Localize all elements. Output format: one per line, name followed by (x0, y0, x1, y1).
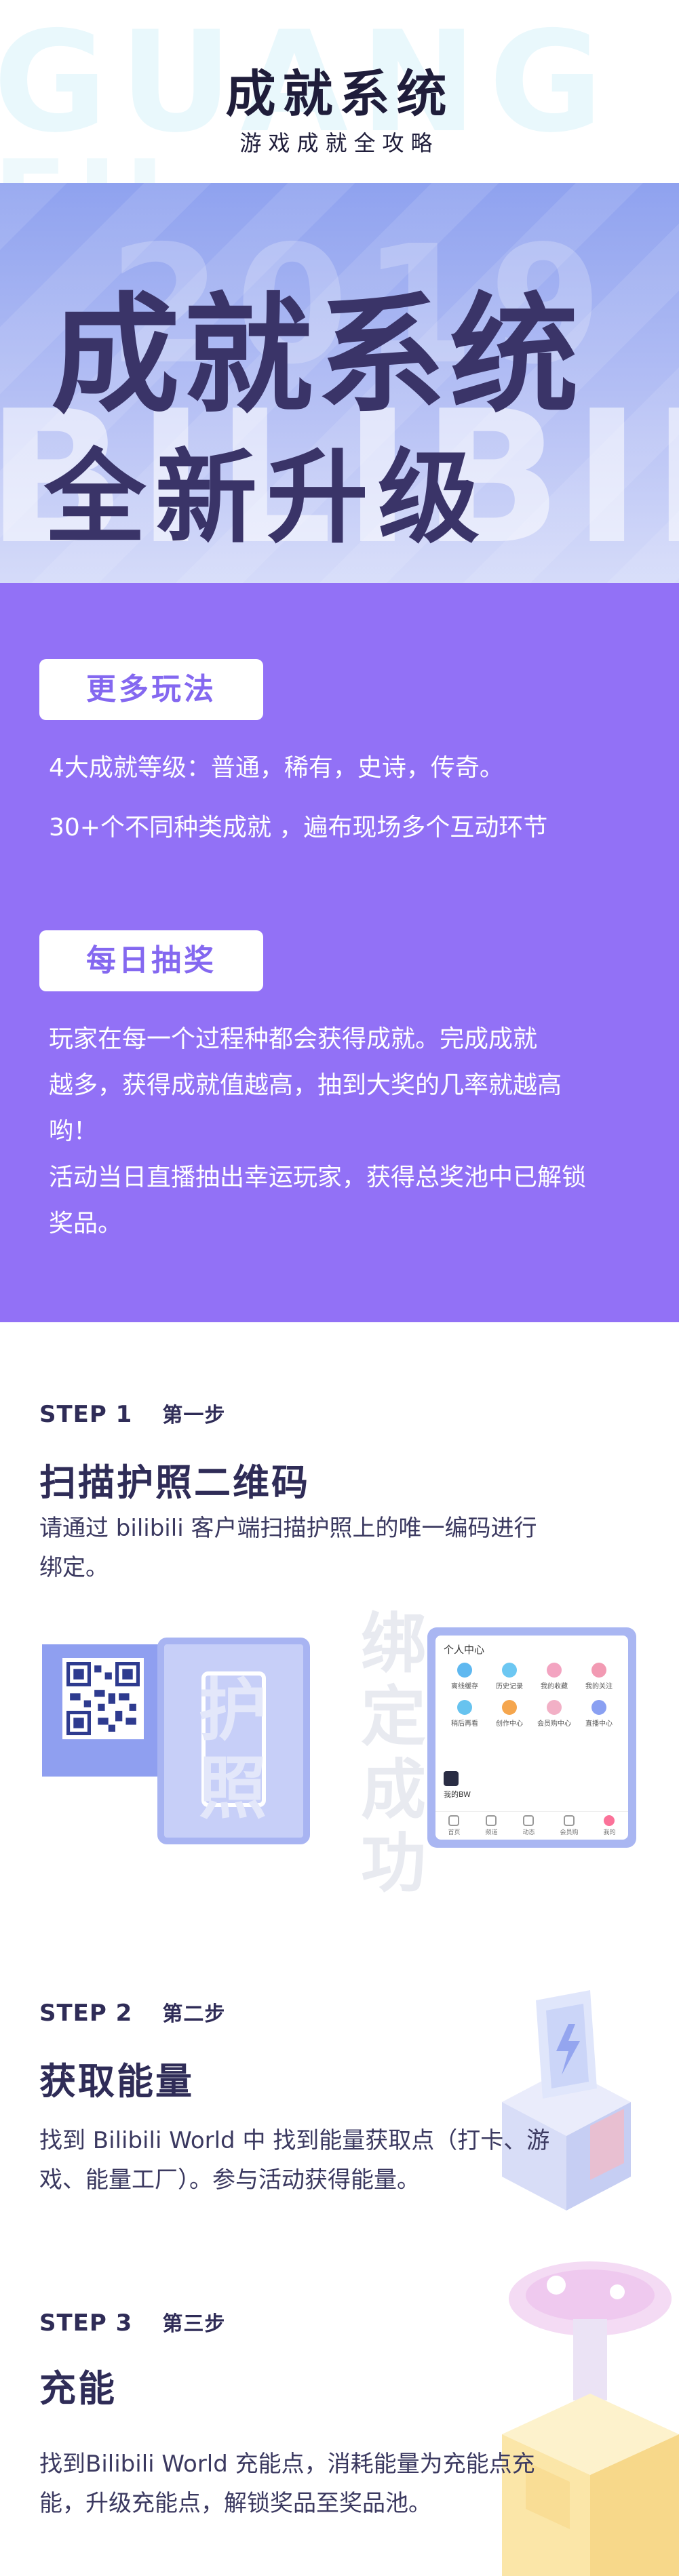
page-header: GUANG FU 成就系统 游戏成就全攻略 (0, 0, 679, 183)
app-menu-item[interactable]: 离线缓存 (442, 1663, 487, 1690)
scan-char-2: 照 (199, 1749, 267, 1828)
scan-char-1: 护 (199, 1671, 267, 1750)
live-icon (591, 1700, 606, 1715)
scan-passport-text: 护 照 (195, 1671, 270, 1827)
step-3-label-en: STEP 3 (39, 2310, 133, 2337)
profile-icon (604, 1815, 615, 1826)
shop-tab-icon (563, 1815, 575, 1826)
follow-icon (591, 1663, 606, 1678)
app-menu-label: 离线缓存 (451, 1683, 478, 1690)
step-2-desc-2: 戏、能量工厂）。参与活动获得能量。 (39, 2166, 420, 2194)
home-icon (448, 1815, 460, 1826)
app-menu-label: 历史记录 (496, 1683, 523, 1690)
step-1-label-cn: 第一步 (162, 1404, 226, 1427)
bind-char-4: 功 (361, 1825, 426, 1901)
dynamic-icon (523, 1815, 535, 1826)
step-2-desc-1: 找到 Bilibili World 中 找到能量获取点（打卡、游 (39, 2127, 550, 2154)
hero-headline-1: 成就系统 (51, 281, 583, 431)
tab-label: 动态 (522, 1829, 535, 1836)
bw-icon (444, 1771, 459, 1786)
page-title: 成就系统 (0, 69, 679, 130)
info-text-1a: 4大成就等级：普通，稀有，史诗，传奇。 (49, 754, 504, 782)
step-1-label-en: STEP 1 (39, 1401, 133, 1428)
qr-code (62, 1658, 144, 1739)
app-menu-item[interactable]: 创作中心 (487, 1700, 532, 1728)
bind-char-1: 绑 (361, 1606, 426, 1682)
step-3-label: STEP 3 第三步 (39, 2307, 225, 2337)
tab-home[interactable]: 首页 (448, 1815, 461, 1836)
bind-char-3: 成 (361, 1752, 426, 1828)
info-text-2c: 哟！ (49, 1117, 98, 1145)
app-menu-item[interactable]: 我的收藏 (532, 1663, 577, 1690)
tab-mine[interactable]: 我的 (603, 1815, 616, 1836)
app-menu-label: 稍后再看 (451, 1720, 478, 1728)
creator-icon (502, 1700, 517, 1715)
tab-channel[interactable]: 频道 (485, 1815, 498, 1836)
info-text-2a: 玩家在每一个过程种都会获得成就。完成成就 (49, 1025, 538, 1053)
tab-shop[interactable]: 会员购 (560, 1815, 579, 1836)
step-1-desc-1: 请通过 bilibili 客户端扫描护照上的唯一编码进行 (39, 1515, 537, 1542)
tab-label: 我的 (603, 1829, 616, 1836)
step-3-title: 充能 (39, 2367, 117, 2410)
step-2-label-en: STEP 2 (39, 2000, 133, 2027)
step-3-desc-1: 找到Bilibili World 充能点，消耗能量为充能点充 (39, 2451, 535, 2478)
app-menu-label: 我的关注 (585, 1683, 613, 1690)
page-title-text: 成就系统 (225, 65, 454, 123)
shop-icon (547, 1700, 562, 1715)
app-bw-label: 我的BW (444, 1790, 471, 1799)
step-1-desc-2: 绑定。 (39, 1554, 109, 1581)
tab-label: 频道 (485, 1829, 498, 1836)
app-menu-label: 创作中心 (496, 1720, 523, 1728)
page-subtitle: 游戏成就全攻略 (239, 130, 440, 156)
tab-label: 会员购 (560, 1829, 579, 1836)
step-1-label: STEP 1 第一步 (39, 1398, 225, 1428)
app-menu-label: 直播中心 (585, 1720, 613, 1728)
app-menu-item[interactable]: 稍后再看 (442, 1700, 487, 1728)
tab-label: 首页 (448, 1829, 461, 1836)
app-menu-item[interactable]: 我的关注 (577, 1663, 621, 1690)
step-3-desc-2: 能，升级充能点，解锁奖品至奖品池。 (39, 2490, 431, 2517)
info-text-2d: 活动当日直播抽出幸运玩家，获得总奖池中已解锁 (49, 1164, 587, 1191)
info-section: 更多玩法 4大成就等级：普通，稀有，史诗，传奇。 30+个不同种类成就 ，遍布现… (0, 583, 679, 1322)
step-3-label-cn: 第三步 (162, 2312, 226, 2336)
download-icon (457, 1663, 472, 1678)
step-2-title: 获取能量 (39, 2060, 194, 2103)
step-2-label: STEP 2 第二步 (39, 1997, 225, 2027)
pill-more-gameplay: 更多玩法 (39, 659, 263, 720)
bind-success-text: 绑 定 成 功 (360, 1607, 427, 1900)
pill-daily-lottery: 每日抽奖 (39, 930, 263, 991)
app-menu-label: 我的收藏 (541, 1683, 568, 1690)
app-menu-item[interactable]: 会员购中心 (532, 1700, 577, 1728)
charging-station-illustration (502, 2261, 679, 2576)
app-menu-label: 会员购中心 (537, 1720, 571, 1728)
app-menu-grid: 离线缓存 历史记录 我的收藏 我的关注 稍后再看 创作中心 会员购中心 直播中心 (442, 1663, 621, 1728)
tab-dynamic[interactable]: 动态 (522, 1815, 535, 1836)
step-1-title: 扫描护照二维码 (39, 1461, 310, 1504)
app-menu-item[interactable]: 历史记录 (487, 1663, 532, 1690)
star-icon (547, 1663, 562, 1678)
app-title: 个人中心 (444, 1644, 485, 1656)
info-text-2b: 越多，获得成就值越高，抽到大奖的几率就越高 (49, 1071, 562, 1099)
qr-code-icon (66, 1662, 140, 1735)
app-bw-entry[interactable]: 我的BW (444, 1771, 471, 1800)
app-menu-item[interactable]: 直播中心 (577, 1700, 621, 1728)
channel-icon (486, 1815, 497, 1826)
bind-char-2: 定 (361, 1679, 426, 1755)
info-text-1b: 30+个不同种类成就 ，遍布现场多个互动环节 (49, 814, 548, 841)
info-text-2e: 奖品。 (49, 1210, 123, 1237)
watch-later-icon (457, 1700, 472, 1715)
step-2-label-cn: 第二步 (162, 2002, 226, 2026)
hero-headline-2: 全新升级 (44, 439, 490, 557)
app-screen: 个人中心 离线缓存 历史记录 我的收藏 我的关注 稍后再看 创作中心 会员购中心… (435, 1636, 628, 1840)
app-tabbar: 首页 频道 动态 会员购 我的 (435, 1811, 628, 1840)
hero-banner: 2019 BILIBILI 成就系统 全新升级 (0, 183, 679, 583)
history-icon (502, 1663, 517, 1678)
app-screenshot: 个人中心 离线缓存 历史记录 我的收藏 我的关注 稍后再看 创作中心 会员购中心… (427, 1627, 636, 1848)
